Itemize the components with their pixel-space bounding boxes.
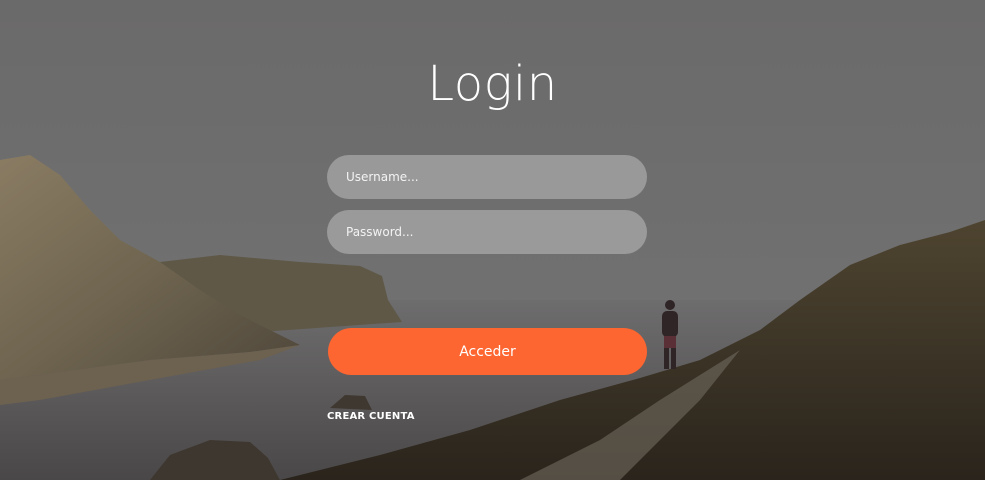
password-input[interactable] (327, 210, 647, 254)
username-input[interactable] (327, 155, 647, 199)
create-account-link[interactable]: CREAR CUENTA (327, 411, 415, 422)
login-page: Login Acceder CREAR CUENTA (0, 0, 985, 480)
acceder-button[interactable]: Acceder (328, 328, 647, 375)
page-title: Login (427, 56, 558, 113)
